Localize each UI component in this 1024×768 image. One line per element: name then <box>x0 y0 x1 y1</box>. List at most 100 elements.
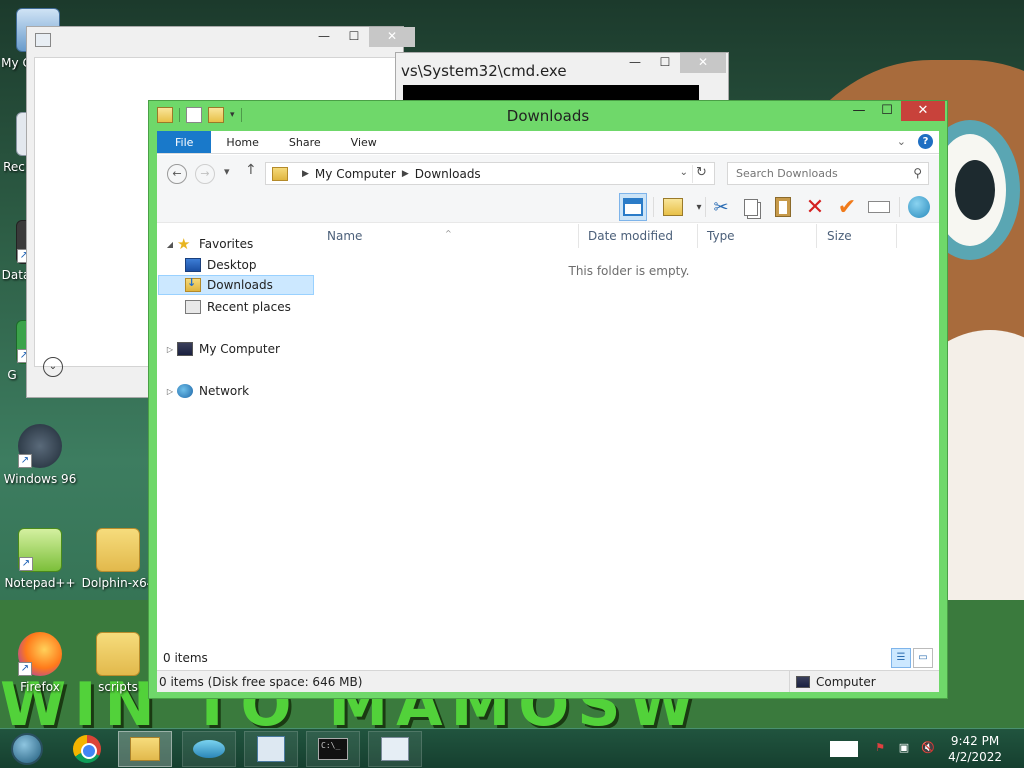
preview-pane-button[interactable] <box>619 193 647 221</box>
system-tray: ⚑ ▣ 🔇 <box>830 729 936 768</box>
recent-locations-icon[interactable]: ▾ <box>224 165 230 178</box>
back-button[interactable]: ← <box>167 164 187 184</box>
address-dropdown-icon[interactable]: ⌄ <box>680 167 688 178</box>
select-button[interactable]: ✔ <box>833 193 861 221</box>
desktop-icon-windows96[interactable]: ↗ Windows 96 <box>0 424 80 486</box>
command-toolbar: ▾ ✂ ✕ ✔ <box>157 191 939 223</box>
minimize-button[interactable]: — <box>845 101 873 123</box>
maximize-button[interactable]: ☐ <box>650 53 680 73</box>
file-list[interactable]: Name ^ Date modified Type Size This fold… <box>319 224 939 654</box>
cut-button[interactable]: ✂ <box>707 193 735 221</box>
close-button[interactable]: ✕ <box>680 53 726 73</box>
expand-arrow-icon[interactable]: ▷ <box>165 345 175 354</box>
expand-button[interactable]: ⌄ <box>43 357 63 377</box>
expand-ribbon-icon[interactable]: ⌄ <box>897 135 906 148</box>
firefox-icon: ↗ <box>18 632 62 676</box>
taskbar-explorer[interactable] <box>118 731 172 767</box>
divider <box>899 197 900 217</box>
taskbar-chrome[interactable] <box>60 731 114 767</box>
column-header-name[interactable]: Name ^ <box>319 224 579 248</box>
desktop-icon-notepadpp[interactable]: ↗ Notepad++ <box>0 528 80 590</box>
expand-arrow-icon[interactable]: ▷ <box>165 387 175 396</box>
delete-button[interactable]: ✕ <box>801 193 829 221</box>
taskbar-control-panel[interactable] <box>244 731 298 767</box>
breadcrumb-downloads[interactable]: Downloads <box>415 167 481 181</box>
paste-button[interactable] <box>769 193 797 221</box>
nav-item-label: Desktop <box>207 258 257 272</box>
window-titlebar[interactable]: ▾ Downloads — ☐ ✕ <box>149 101 947 129</box>
nav-item-network[interactable]: ▷ Network <box>165 381 249 401</box>
folder-check-icon <box>663 198 683 216</box>
desktop-icon-dolphin[interactable]: Dolphin-x64 <box>78 528 158 590</box>
desktop-icon-scripts[interactable]: scripts <box>78 632 158 694</box>
forward-button[interactable]: → <box>195 164 215 184</box>
breadcrumb-my-computer[interactable]: My Computer <box>315 167 396 181</box>
desktop-icon-label: Notepad++ <box>4 576 76 590</box>
nav-item-label: My Computer <box>199 342 280 356</box>
network-button[interactable] <box>905 193 933 221</box>
nav-item-my-computer[interactable]: ▷ My Computer <box>165 339 280 359</box>
up-arrow-icon[interactable]: ↑ <box>245 162 257 178</box>
column-header-date-modified[interactable]: Date modified <box>580 224 698 248</box>
details-status-bar: 0 items (Disk free space: 646 MB) Comput… <box>157 670 939 692</box>
taskbar-cmd[interactable]: C:\_ <box>306 731 360 767</box>
tab-home[interactable]: Home <box>211 131 273 153</box>
action-center-flag-icon[interactable]: ⚑ <box>872 741 888 757</box>
search-box[interactable]: ⚲ <box>727 162 929 185</box>
nav-item-favorites[interactable]: ◢ ★ Favorites <box>165 234 253 254</box>
network-icon <box>177 384 193 398</box>
rename-button[interactable] <box>865 193 893 221</box>
refresh-icon[interactable]: ↻ <box>692 165 710 183</box>
chrome-icon <box>73 735 101 763</box>
column-header-size[interactable]: Size <box>819 224 897 248</box>
network-tray-icon[interactable]: ▣ <box>896 741 912 757</box>
maximize-button[interactable]: ☐ <box>339 27 369 47</box>
window-controls: — ☐ ✕ <box>620 53 726 73</box>
address-bar[interactable]: ▶ My Computer ▶ Downloads ⌄ ↻ <box>265 162 715 185</box>
minimize-button[interactable]: — <box>620 53 650 73</box>
clock-date: 4/2/2022 <box>948 750 1002 764</box>
close-button[interactable]: ✕ <box>901 101 945 121</box>
scissors-icon: ✂ <box>713 196 729 218</box>
search-icon[interactable]: ⚲ <box>913 166 922 180</box>
taskbar-performance[interactable] <box>368 731 422 767</box>
taskbar-dolphin[interactable] <box>182 731 236 767</box>
keyboard-icon[interactable] <box>830 741 858 757</box>
search-input[interactable] <box>728 163 898 184</box>
breadcrumb-separator-icon[interactable]: ▶ <box>302 169 309 179</box>
desktop-icon-label: scripts <box>98 680 138 694</box>
maximize-button[interactable]: ☐ <box>873 101 901 123</box>
nav-item-downloads[interactable]: Downloads <box>158 275 314 295</box>
properties-button[interactable] <box>659 193 687 221</box>
large-icons-view-button[interactable]: ▭ <box>913 648 933 668</box>
settings-icon <box>257 736 285 762</box>
collapse-arrow-icon[interactable]: ◢ <box>165 240 175 249</box>
item-status-bar: 0 items ☰ ▭ <box>157 647 939 669</box>
sort-up-icon: ^ <box>445 229 452 238</box>
breadcrumb-separator-icon[interactable]: ▶ <box>402 169 409 179</box>
clock[interactable]: 9:42 PM 4/2/2022 <box>948 733 1002 765</box>
column-header-type[interactable]: Type <box>699 224 817 248</box>
nav-item-desktop[interactable]: Desktop <box>185 255 257 275</box>
close-button[interactable]: ✕ <box>369 27 415 47</box>
copy-button[interactable] <box>737 193 765 221</box>
minimize-button[interactable]: — <box>309 27 339 47</box>
nav-item-label: Network <box>199 384 250 398</box>
nav-item-recent-places[interactable]: Recent places <box>185 297 291 317</box>
divider <box>653 197 654 217</box>
nav-item-label: Recent places <box>207 300 291 314</box>
desktop-icon-firefox[interactable]: ↗ Firefox <box>0 632 80 694</box>
navigation-pane: ◢ ★ Favorites Desktop Downloads Recent p… <box>157 224 319 654</box>
details-view-button[interactable]: ☰ <box>891 648 911 668</box>
explorer-window[interactable]: ▾ Downloads — ☐ ✕ File Home Share View ⌄… <box>148 100 948 699</box>
tab-share[interactable]: Share <box>274 131 336 153</box>
start-button[interactable] <box>0 731 54 767</box>
tab-file[interactable]: File <box>157 131 212 153</box>
volume-muted-icon[interactable]: 🔇 <box>920 741 936 757</box>
desktop-icon-label: Windows 96 <box>3 472 77 486</box>
tab-view[interactable]: View <box>336 131 392 153</box>
copy-icon <box>744 198 758 216</box>
help-icon[interactable]: ? <box>918 134 933 149</box>
disk-space-status: 0 items (Disk free space: 646 MB) <box>159 675 363 689</box>
checkmark-icon: ✔ <box>837 194 857 220</box>
